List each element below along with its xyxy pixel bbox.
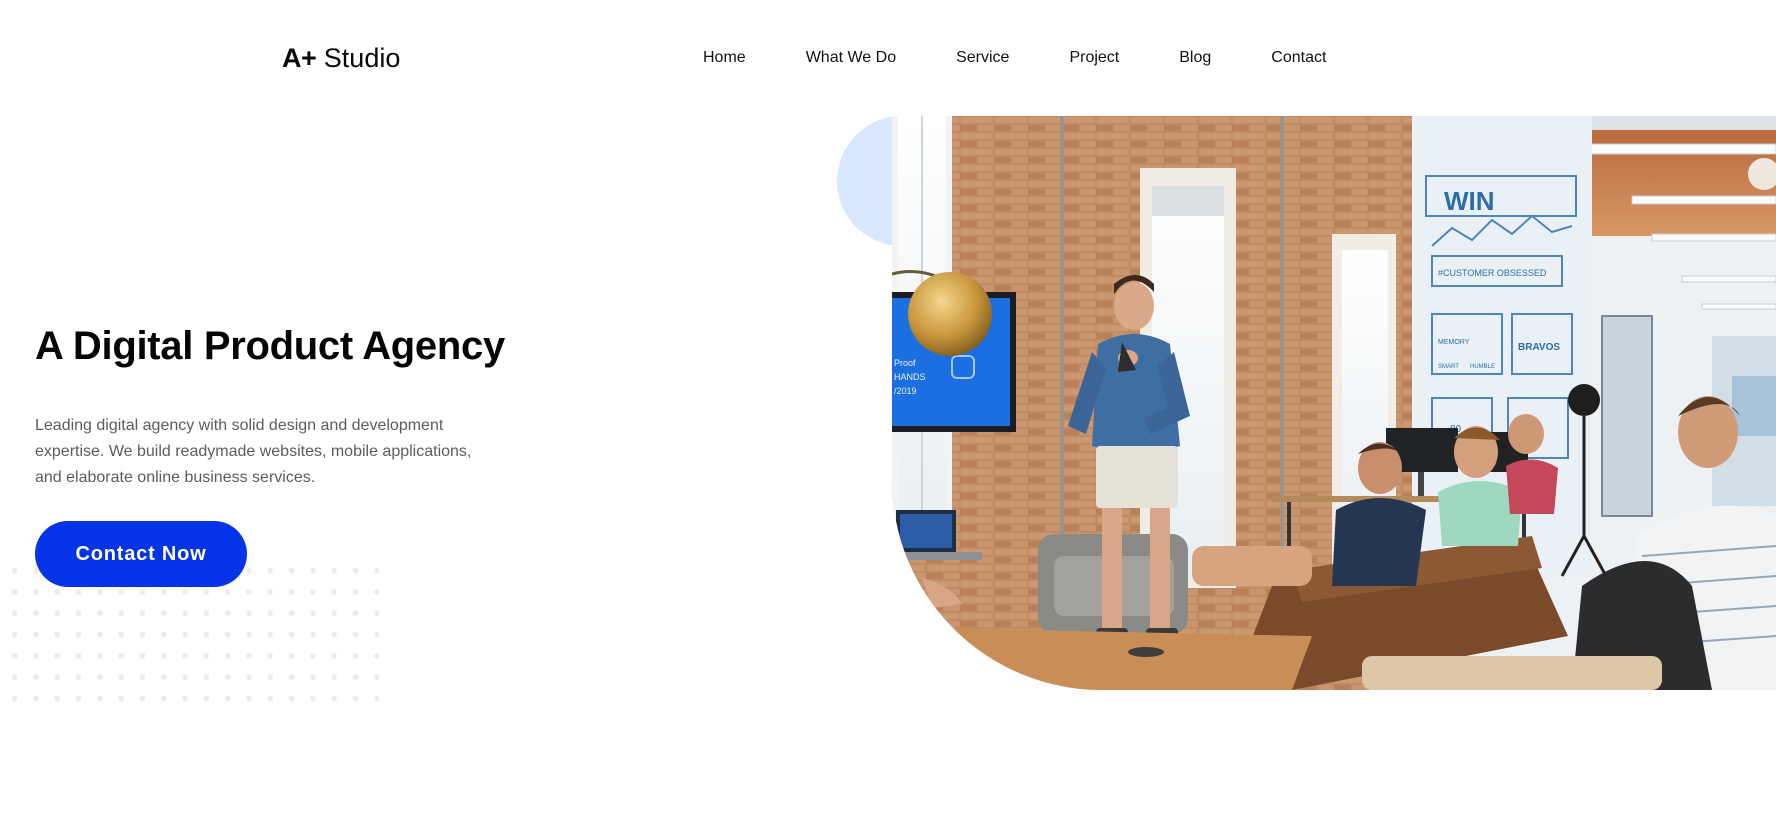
wall-graphic-word-3: HUMBLE: [1470, 364, 1495, 370]
main-nav: Home What We Do Service Project Blog Con…: [703, 47, 1326, 69]
logo-mark: A+: [282, 43, 317, 73]
wall-graphic-tag-text: #CUSTOMER OBSESSED: [1438, 268, 1547, 278]
wall-graphic-box-text: BRAVOS: [1518, 342, 1560, 353]
tv-screen-text-1: Proof: [894, 358, 916, 368]
wall-graphic-word-1: MEMORY: [1438, 339, 1470, 346]
hero-copy: A Digital Product Agency Leading digital…: [35, 322, 505, 491]
site-header: A+ Studio Home What We Do Service Projec…: [0, 0, 1776, 116]
nav-link-contact[interactable]: Contact: [1271, 47, 1326, 69]
hero-description: Leading digital agency with solid design…: [35, 417, 472, 486]
wall-graphic-word-2: SMART: [1438, 364, 1459, 370]
site-logo[interactable]: A+ Studio: [282, 42, 400, 74]
nav-link-service[interactable]: Service: [956, 47, 1009, 69]
tv-screen-text-2: HANDS: [894, 372, 926, 382]
nav-link-blog[interactable]: Blog: [1179, 47, 1211, 69]
logo-wordmark: Studio: [323, 43, 401, 73]
nav-link-home[interactable]: Home: [703, 47, 746, 69]
contact-now-button[interactable]: Contact Now: [35, 521, 247, 587]
nav-link-project[interactable]: Project: [1069, 47, 1119, 69]
tv-screen-text-3: /2019: [894, 386, 917, 396]
wall-graphic-win-text: WIN: [1444, 186, 1495, 216]
nav-link-what-we-do[interactable]: What We Do: [806, 47, 896, 69]
hero-office-photo: WIN #CUSTOMER OBSESSED MEMORY BRAVOS SMA…: [892, 116, 1776, 690]
hero-title: A Digital Product Agency: [35, 324, 505, 368]
